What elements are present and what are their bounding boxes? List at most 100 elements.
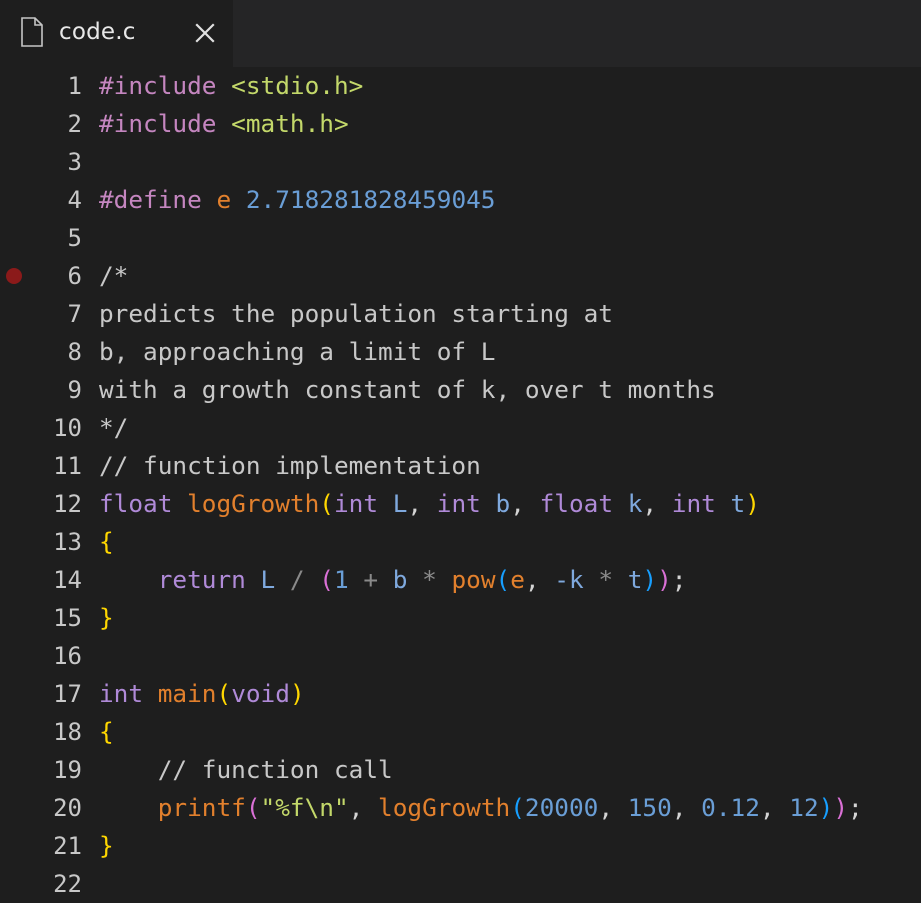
code-text: b, approaching a limit of L bbox=[99, 333, 495, 371]
code-text: } bbox=[99, 827, 114, 865]
code-text: predicts the population starting at bbox=[99, 295, 613, 333]
code-text: { bbox=[99, 523, 114, 561]
code-line[interactable]: 2 #include <math.h> bbox=[0, 105, 921, 143]
line-number: 1 bbox=[67, 72, 82, 100]
code-line[interactable]: 4 #define e 2.718281828459045 bbox=[0, 181, 921, 219]
code-line[interactable]: 13 { bbox=[0, 523, 921, 561]
line-number: 21 bbox=[53, 832, 82, 860]
code-token: ( bbox=[319, 489, 334, 518]
code-token: #include bbox=[99, 71, 217, 100]
code-token: t bbox=[730, 489, 746, 518]
code-token: { bbox=[99, 527, 114, 556]
code-token: // function implementation bbox=[99, 451, 481, 480]
code-token: ) bbox=[289, 679, 305, 708]
code-line[interactable]: 12 float logGrowth(int L, int b, float k,… bbox=[0, 485, 921, 523]
line-number: 16 bbox=[53, 642, 82, 670]
code-token: ( bbox=[319, 565, 334, 594]
code-token: /* bbox=[99, 261, 129, 290]
code-line[interactable]: 11 // function implementation bbox=[0, 447, 921, 485]
code-text: #include <math.h> bbox=[99, 105, 349, 143]
code-line[interactable]: 1 #include <stdio.h> bbox=[0, 67, 921, 105]
code-token: ( bbox=[495, 565, 511, 594]
code-token: b bbox=[495, 489, 511, 518]
code-line[interactable]: 19 // function call bbox=[0, 751, 921, 789]
code-token: -k bbox=[554, 565, 584, 594]
code-token: logGrowth bbox=[378, 793, 511, 822]
line-number: 22 bbox=[53, 870, 82, 898]
code-line[interactable]: 20 printf("%f\n", logGrowth(20000, 150, … bbox=[0, 789, 921, 827]
line-number: 3 bbox=[67, 148, 82, 176]
code-line[interactable]: 17 int main(void) bbox=[0, 675, 921, 713]
code-line[interactable]: 3 bbox=[0, 143, 921, 181]
code-token: void bbox=[231, 679, 290, 708]
tab-code-c[interactable]: code.c bbox=[0, 0, 233, 67]
line-number: 4 bbox=[67, 186, 82, 214]
code-text: float logGrowth(int L, int b, float k, i… bbox=[99, 485, 760, 523]
code-token: L bbox=[392, 489, 408, 518]
code-line[interactable]: 22 bbox=[0, 865, 921, 903]
code-line[interactable]: 14 return L / (1 + b * pow(e, -k * t)); bbox=[0, 561, 921, 599]
code-line[interactable]: 8 b, approaching a limit of L bbox=[0, 333, 921, 371]
code-line[interactable]: 15} bbox=[0, 599, 921, 637]
code-token: int bbox=[333, 489, 379, 518]
code-token: return bbox=[157, 565, 246, 594]
code-token: L bbox=[260, 565, 276, 594]
code-token: ) bbox=[745, 489, 760, 518]
file-icon bbox=[21, 17, 43, 47]
code-line[interactable]: 9 with a growth constant of k, over t mon… bbox=[0, 371, 921, 409]
code-editor[interactable]: 1 #include <stdio.h> 2 #include <math.h> 3 4 #… bbox=[0, 67, 921, 903]
code-line[interactable]: 16 bbox=[0, 637, 921, 675]
code-text: // function implementation bbox=[99, 447, 481, 485]
code-token: , bbox=[407, 489, 437, 518]
code-token: ; bbox=[848, 793, 863, 822]
line-number: 18 bbox=[53, 718, 82, 746]
code-token: ) bbox=[657, 565, 672, 594]
code-text: return L / (1 + b * pow(e, -k * t)); bbox=[99, 561, 687, 599]
code-token: ) bbox=[833, 793, 849, 822]
code-line[interactable]: 21} bbox=[0, 827, 921, 865]
line-number: 20 bbox=[53, 794, 82, 822]
code-line[interactable]: 6 /* bbox=[0, 257, 921, 295]
code-line[interactable]: 7 predicts the population starting at bbox=[0, 295, 921, 333]
code-token: } bbox=[99, 603, 114, 632]
code-token: logGrowth bbox=[187, 489, 320, 518]
code-line[interactable]: 5 bbox=[0, 219, 921, 257]
code-token: ( bbox=[510, 793, 525, 822]
code-token: , bbox=[348, 793, 379, 822]
code-token: 150 bbox=[627, 793, 672, 822]
code-token: , bbox=[524, 565, 555, 594]
code-token: ( bbox=[216, 679, 232, 708]
code-line[interactable]: 18 { bbox=[0, 713, 921, 751]
close-icon[interactable] bbox=[193, 21, 217, 45]
code-token: #include bbox=[99, 109, 217, 138]
code-token: 2.718281828459045 bbox=[245, 185, 496, 214]
code-token: 12 bbox=[789, 793, 819, 822]
code-text: // function call bbox=[99, 751, 393, 789]
code-token: int bbox=[436, 489, 481, 518]
code-token: ; bbox=[671, 565, 687, 594]
code-token: predicts the population starting at bbox=[99, 299, 613, 328]
code-line[interactable]: 10 */ bbox=[0, 409, 921, 447]
line-number: 11 bbox=[53, 452, 82, 480]
code-token: , bbox=[598, 793, 628, 822]
line-number: 7 bbox=[67, 300, 82, 328]
line-number: 6 bbox=[67, 262, 82, 290]
line-number: 10 bbox=[53, 414, 82, 442]
code-token: int bbox=[671, 489, 716, 518]
line-number: 19 bbox=[53, 756, 82, 784]
code-token: { bbox=[99, 717, 114, 746]
code-text: { bbox=[99, 713, 114, 751]
code-token: 0.12 bbox=[701, 793, 760, 822]
code-token: <stdio.h> bbox=[231, 71, 364, 100]
code-token: * bbox=[583, 565, 628, 594]
